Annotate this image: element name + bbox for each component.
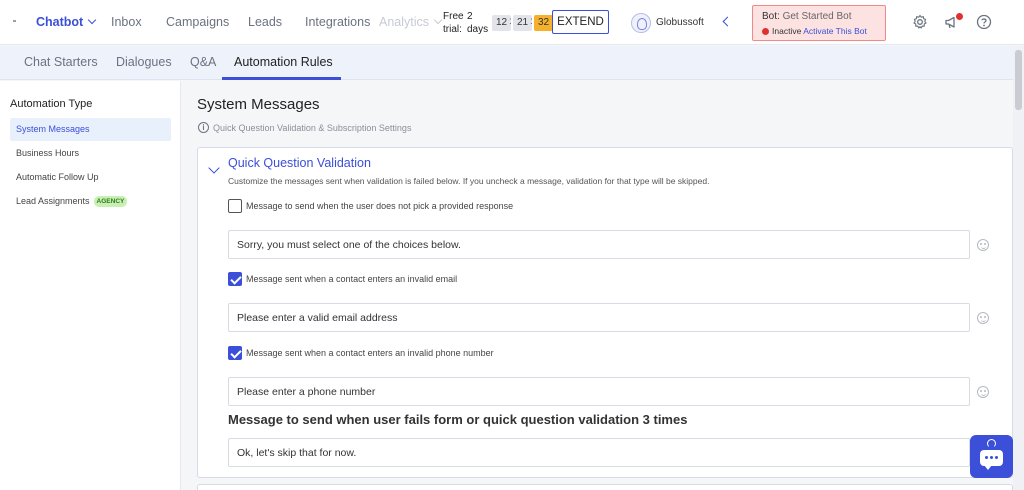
nav-inbox[interactable]: Inbox <box>111 15 142 29</box>
no-response-checkbox[interactable] <box>228 199 242 213</box>
timer-seconds: 32 <box>534 15 554 31</box>
help-icon[interactable] <box>976 14 992 30</box>
timer-sep: : <box>509 16 512 27</box>
bot-status: Inactive <box>772 26 802 36</box>
card-title[interactable]: Quick Question Validation <box>228 156 371 170</box>
trial-free: Free <box>443 11 464 22</box>
bot-prefix: Bot: <box>762 11 780 22</box>
chevron-down-icon <box>87 15 97 25</box>
tab-automation-rules[interactable]: Automation Rules <box>234 55 333 69</box>
emoji-icon[interactable] <box>977 312 989 324</box>
bot-title: Bot: Get Started Bot <box>762 11 885 22</box>
nav-chatbot-label: Chatbot <box>36 15 84 29</box>
no-response-label: Message to send when the user does not p… <box>246 201 514 211</box>
gear-icon[interactable] <box>912 14 928 30</box>
nav-dot <box>13 20 16 22</box>
chevron-left-icon[interactable] <box>722 16 733 27</box>
info-icon: i <box>198 122 209 133</box>
next-card <box>197 484 1013 490</box>
chevron-down-icon <box>433 15 443 25</box>
scrollbar[interactable] <box>1013 46 1024 490</box>
agency-badge: AGENCY <box>93 196 128 207</box>
trial-count: 2 <box>467 11 473 22</box>
fail-validation-heading: Message to send when user fails form or … <box>228 412 688 427</box>
fail-validation-message-input[interactable] <box>228 438 970 467</box>
trial-label: trial: <box>443 24 462 35</box>
nav-leads[interactable]: Leads <box>248 15 282 29</box>
profile-name[interactable]: Globussoft <box>656 17 704 28</box>
page-title: System Messages <box>197 96 320 113</box>
sidebar-item-business-hours[interactable]: Business Hours <box>10 142 171 165</box>
trial-days: days <box>467 24 489 35</box>
bot-name: Get Started Bot <box>782 11 852 22</box>
top-navigation: Chatbot Inbox Campaigns Leads Integratio… <box>0 0 1024 45</box>
typing-dots-icon <box>985 456 988 459</box>
emoji-icon[interactable] <box>977 239 989 251</box>
invalid-phone-checkbox[interactable] <box>228 346 242 360</box>
bot-status-panel: Bot: Get Started Bot Inactive Activate T… <box>752 5 886 41</box>
invalid-email-checkbox[interactable] <box>228 272 242 286</box>
nav-integrations[interactable]: Integrations <box>305 15 370 29</box>
tab-qa[interactable]: Q&A <box>190 55 216 69</box>
trial-info: Free 2 trial: days <box>443 10 488 36</box>
active-tab-indicator <box>222 77 341 80</box>
invalid-email-message-input[interactable] <box>228 303 970 332</box>
tab-chat-starters[interactable]: Chat Starters <box>24 55 98 69</box>
bot-status-line: Inactive Activate This Bot <box>762 26 885 36</box>
page-subtitle: Quick Question Validation & Subscription… <box>213 123 412 133</box>
nav-chatbot[interactable]: Chatbot <box>36 15 97 29</box>
sidebar-item-label: Lead Assignments <box>16 196 90 206</box>
signal-icon <box>987 439 996 448</box>
avatar[interactable] <box>631 13 651 33</box>
notification-dot <box>956 13 963 20</box>
tab-dialogues[interactable]: Dialogues <box>116 55 172 69</box>
invalid-phone-label: Message sent when a contact enters an in… <box>246 348 494 358</box>
scrollbar-thumb[interactable] <box>1015 50 1022 110</box>
status-dot-icon <box>762 28 769 35</box>
no-response-message-input[interactable] <box>228 230 970 259</box>
sidebar-heading: Automation Type <box>10 98 93 110</box>
emoji-icon[interactable] <box>977 386 989 398</box>
chat-bubble-icon <box>980 450 1003 470</box>
sidebar-item-lead-assignments[interactable]: Lead Assignments AGENCY <box>10 190 171 213</box>
activate-bot-link[interactable]: Activate This Bot <box>803 26 867 36</box>
nav-analytics-label: Analytics <box>379 15 430 29</box>
card-description: Customize the messages sent when validat… <box>228 176 710 186</box>
sidebar-item-automatic-follow-up[interactable]: Automatic Follow Up <box>10 166 171 189</box>
sidebar: Automation Type System Messages Business… <box>0 81 181 490</box>
invalid-phone-message-input[interactable] <box>228 377 970 406</box>
sub-tabs: Chat Starters Dialogues Q&A Automation R… <box>0 46 1024 80</box>
nav-analytics[interactable]: Analytics <box>379 15 443 29</box>
timer-sep: : <box>530 16 533 27</box>
invalid-email-label: Message sent when a contact enters an in… <box>246 274 458 284</box>
extend-button[interactable]: EXTEND <box>552 10 609 34</box>
nav-campaigns[interactable]: Campaigns <box>166 15 229 29</box>
sidebar-item-system-messages[interactable]: System Messages <box>10 118 171 141</box>
